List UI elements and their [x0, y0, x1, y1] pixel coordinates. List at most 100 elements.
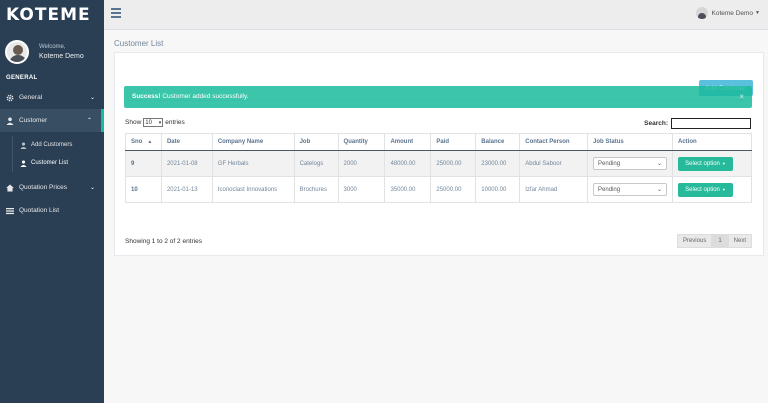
- cell-date: 2021-01-08: [160, 150, 213, 177]
- page-1-button[interactable]: 1: [712, 234, 728, 248]
- column-header-amount[interactable]: Amount: [384, 133, 432, 151]
- column-header-job-status[interactable]: Job Status: [587, 133, 674, 151]
- column-header-contact[interactable]: Contact Person: [519, 133, 589, 151]
- cell-amount: 35000.00: [384, 176, 432, 203]
- welcome-text: Welcome,: [39, 44, 66, 50]
- cell-quantity: 2000: [337, 150, 386, 177]
- cell-action: Select option ▼: [672, 176, 752, 203]
- cell-action: Select option ▼: [672, 150, 752, 177]
- cell-quantity: 3000: [337, 176, 386, 203]
- main-content: Customer List Add Customer Success! Cust…: [104, 30, 768, 403]
- column-header-paid[interactable]: Paid: [430, 133, 477, 151]
- sidebar-subitem-label: Customer List: [31, 160, 69, 166]
- cell-sno: 10: [125, 176, 162, 203]
- sidebar-item-label: General: [19, 94, 43, 101]
- column-header-balance[interactable]: Balance: [475, 133, 521, 151]
- close-icon[interactable]: ×: [739, 92, 744, 101]
- show-label: Show: [125, 119, 142, 126]
- cell-job-status: Pending ⌄: [587, 176, 674, 203]
- page-title: Customer List: [114, 39, 164, 48]
- user-menu[interactable]: Koteme Demo ▼: [695, 7, 760, 19]
- cell-paid: 25000.00: [430, 150, 477, 177]
- menu-toggle-icon[interactable]: [111, 8, 121, 18]
- sidebar-item-label: Quotation List: [19, 207, 60, 214]
- cell-balance: 10000.00: [475, 176, 521, 203]
- profile: Welcome, Koteme Demo: [0, 34, 104, 70]
- cell-company: GF Herbals: [211, 150, 295, 177]
- cell-paid: 25000.00: [430, 176, 477, 203]
- chevron-down-icon: ⌄: [657, 161, 663, 167]
- cell-date: 2021-01-13: [160, 176, 213, 203]
- alert-text: Customer added successfully.: [160, 93, 249, 100]
- column-header-date[interactable]: Date: [160, 133, 213, 151]
- cell-job: Catelogs: [293, 150, 339, 177]
- list-icon: [6, 207, 14, 215]
- previous-button[interactable]: Previous: [676, 234, 713, 248]
- job-status-select[interactable]: Pending ⌄: [593, 157, 668, 170]
- logo-text: KOTEME: [6, 5, 91, 25]
- profile-name: Koteme Demo: [39, 53, 84, 60]
- caret-down-icon: ▼: [721, 187, 726, 192]
- avatar: [695, 7, 708, 19]
- chevron-down-icon: ⌄: [89, 185, 95, 191]
- customer-submenu: Add Customers Customer List: [0, 132, 104, 176]
- sidebar-item-quotation-prices[interactable]: Quotation Prices ⌄: [0, 176, 104, 199]
- sidebar-item-label: Customer: [19, 117, 48, 124]
- cell-company: Iconoclast Innovations: [211, 176, 295, 203]
- alert-strong: Success!: [132, 93, 161, 100]
- caret-down-icon: ▼: [721, 161, 726, 166]
- cell-job-status: Pending ⌄: [587, 150, 674, 177]
- table-info: Showing 1 to 2 of 2 entries: [125, 238, 202, 245]
- sidebar-item-quotation-list[interactable]: Quotation List: [0, 199, 104, 222]
- sidebar-item-general[interactable]: General ⌄: [0, 86, 104, 109]
- entries-length: Show 10 ▾ entries: [125, 118, 185, 127]
- user-menu-name: Koteme Demo: [711, 9, 754, 17]
- chevron-down-icon: ⌄: [657, 187, 663, 193]
- home-icon: [6, 184, 14, 192]
- column-header-action[interactable]: Action: [672, 133, 752, 151]
- sidebar-item-label: Quotation Prices: [19, 184, 68, 191]
- cell-sno: 9: [125, 150, 162, 177]
- table-search: Search:: [644, 118, 751, 129]
- chevron-down-icon: ⌄: [89, 95, 95, 101]
- select-option-button[interactable]: Select option ▼: [678, 156, 734, 171]
- column-header-job[interactable]: Job: [293, 133, 339, 151]
- column-header-sno[interactable]: Sno ▲: [125, 133, 162, 151]
- section-title: GENERAL: [6, 75, 38, 81]
- user-icon: [20, 159, 27, 167]
- sidebar-subitem-customer-list[interactable]: Customer List: [0, 154, 104, 172]
- job-status-select[interactable]: Pending ⌄: [593, 183, 668, 196]
- cell-balance: 23000.00: [475, 150, 521, 177]
- sidebar: KOTEME Welcome, Koteme Demo GENERAL Gene…: [0, 0, 104, 403]
- column-header-quantity[interactable]: Quantity: [337, 133, 386, 151]
- chevron-up-icon: ⌃: [86, 118, 92, 124]
- table-header-row: Sno ▲ Date Company Name Job Quantity Amou…: [125, 133, 752, 151]
- caret-down-icon: ▼: [755, 10, 760, 16]
- search-label: Search:: [644, 120, 668, 127]
- top-nav: Koteme Demo ▼: [104, 0, 768, 30]
- cell-amount: 48000.00: [384, 150, 432, 177]
- column-header-company[interactable]: Company Name: [211, 133, 295, 151]
- select-option-button[interactable]: Select option ▼: [678, 182, 734, 197]
- chevron-down-icon: ▾: [158, 119, 162, 126]
- sidebar-subitem-label: Add Customers: [31, 142, 73, 148]
- entries-label: entries: [165, 119, 185, 126]
- cell-job: Brochures: [293, 176, 339, 203]
- entries-select[interactable]: 10 ▾: [143, 118, 164, 127]
- customer-table: Sno ▲ Date Company Name Job Quantity Amou…: [125, 133, 752, 203]
- table-row: 10 2021-01-13 Iconoclast Innovations Bro…: [125, 176, 752, 203]
- pagination: Previous 1 Next: [676, 234, 752, 248]
- logo[interactable]: KOTEME: [0, 0, 104, 30]
- success-alert: Success! Customer added successfully. ×: [124, 86, 752, 108]
- search-input[interactable]: [671, 118, 751, 129]
- sort-asc-icon: ▲: [147, 139, 153, 145]
- cell-contact: Izfar Ahmad: [519, 176, 589, 203]
- sidebar-item-customer[interactable]: Customer ⌃: [0, 109, 104, 132]
- cell-contact: Abdul Saboor: [519, 150, 589, 177]
- avatar: [5, 40, 29, 64]
- user-icon: [6, 117, 14, 125]
- gear-icon: [6, 94, 14, 102]
- user-icon: [20, 141, 27, 149]
- sidebar-subitem-add-customers[interactable]: Add Customers: [0, 136, 104, 154]
- next-button[interactable]: Next: [727, 234, 752, 248]
